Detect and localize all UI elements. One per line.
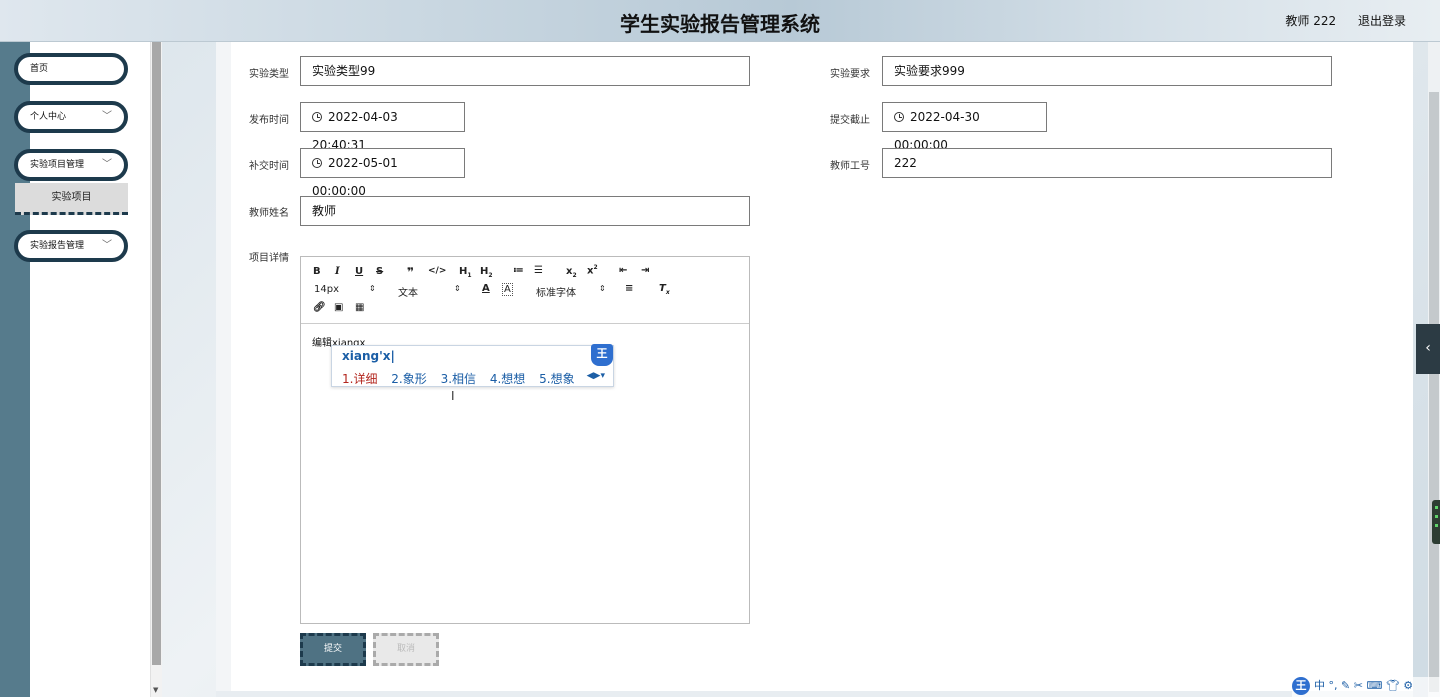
chevron-down-icon: ﹀ — [102, 111, 112, 122]
align-icon[interactable]: ≡ — [625, 283, 633, 294]
settings-gear-icon[interactable]: ⚙ — [1403, 679, 1413, 692]
ime-candidate-window: xiang'x| 王 1.详细 2.象形 3.相信 4.想想 5.想象 ◀▶▾ — [331, 344, 614, 387]
indent-icon[interactable]: ⇥ — [641, 265, 649, 276]
header-bar: 学生实验报告管理系统 教师 222 退出登录 — [0, 0, 1440, 42]
ime-candidate[interactable]: 3.相信 — [441, 372, 476, 386]
app-title: 学生实验报告管理系统 — [620, 12, 820, 36]
publish-time-label: 发布时间 — [249, 115, 289, 126]
underline-icon[interactable]: U — [355, 266, 363, 277]
sidebar-item-home[interactable]: 首页 — [14, 53, 128, 85]
experiment-type-field[interactable]: 实验类型99 — [300, 56, 750, 86]
clock-icon — [894, 112, 904, 122]
sidebar-subitem-project[interactable]: 实验项目 — [15, 183, 128, 215]
sidebar — [30, 42, 150, 697]
collapse-panel-button[interactable]: ‹ — [1416, 324, 1440, 374]
ime-logo-icon: 王 — [1292, 677, 1310, 695]
text-type-dropdown-icon[interactable]: ⇕ — [454, 284, 461, 293]
rich-text-editor[interactable]: B I U S ❞ </> H1 H2 ≔ ☰ x2 x2 ⇤ ⇥ 14px ⇕… — [300, 256, 750, 624]
handwriting-icon[interactable]: ✎ — [1341, 679, 1350, 692]
ime-composition-text: xiang'x — [342, 349, 391, 363]
sidebar-item-project-management[interactable]: 实验项目管理 ﹀ — [14, 149, 128, 181]
scissors-icon[interactable]: ✂ — [1354, 679, 1363, 692]
ime-logo-icon: 王 — [591, 344, 613, 366]
sidebar-item-label: 个人中心 — [30, 112, 67, 122]
teacher-id-field[interactable]: 222 — [882, 148, 1332, 178]
sidebar-item-report-management[interactable]: 实验报告管理 ﹀ — [14, 230, 128, 262]
heading2-icon[interactable]: H2 — [480, 266, 493, 279]
font-family-dropdown-icon[interactable]: ⇕ — [599, 284, 606, 293]
editor-toolbar: B I U S ❞ </> H1 H2 ≔ ☰ x2 x2 ⇤ ⇥ 14px ⇕… — [301, 257, 749, 324]
sidebar-scroll-thumb[interactable] — [152, 42, 161, 665]
ime-mode[interactable]: 中 — [1314, 679, 1325, 692]
submit-deadline-field[interactable]: 2022-04-30 00:00:00 — [882, 102, 1047, 152]
ime-candidate[interactable]: 1.详细 — [342, 372, 377, 386]
teacher-id-label: 教师工号 — [830, 161, 870, 172]
font-size-select[interactable]: 14px — [314, 284, 339, 295]
chevron-down-icon: ﹀ — [102, 240, 112, 251]
code-icon[interactable]: </> — [428, 266, 446, 276]
sidebar-item-personal-center[interactable]: 个人中心 ﹀ — [14, 101, 128, 133]
bold-icon[interactable]: B — [313, 266, 321, 277]
sidebar-accent — [0, 42, 30, 697]
ime-status-bar[interactable]: 王中 °, ✎ ✂ ⌨ 👕︎ ⚙ — [1292, 677, 1440, 697]
font-size-dropdown-icon[interactable]: ⇕ — [369, 284, 376, 293]
logout-link[interactable]: 退出登录 — [1358, 14, 1406, 28]
italic-icon[interactable]: I — [335, 266, 340, 277]
ime-candidate[interactable]: 4.想想 — [490, 372, 525, 386]
image-icon[interactable]: ▣ — [334, 302, 343, 313]
side-widget[interactable] — [1432, 500, 1440, 544]
page-scroll-thumb[interactable] — [1429, 92, 1439, 692]
text-type-select[interactable]: 文本 — [398, 284, 418, 299]
blockquote-icon[interactable]: ❞ — [407, 265, 414, 279]
editor-content-text: 编辑 — [312, 338, 332, 349]
main-gutter — [216, 42, 231, 697]
sidebar-item-label: 首页 — [30, 64, 49, 74]
keyboard-icon[interactable]: ⌨ — [1366, 679, 1382, 692]
main-bottom-edge — [216, 691, 1413, 697]
font-color-icon[interactable]: A — [482, 283, 490, 294]
ime-page-arrows-icon[interactable]: ◀▶▾ — [587, 371, 605, 381]
teacher-name-label: 教师姓名 — [249, 208, 289, 219]
teacher-name-field[interactable]: 教师 — [300, 196, 750, 226]
project-detail-label: 项目详情 — [249, 253, 289, 264]
makeup-time-label: 补交时间 — [249, 161, 289, 172]
heading1-icon[interactable]: H1 — [459, 266, 472, 279]
ime-composition: xiang'x| — [342, 349, 395, 363]
chevron-down-icon: ﹀ — [102, 159, 112, 170]
superscript-icon[interactable]: x2 — [587, 264, 598, 276]
ime-candidates: 1.详细 2.象形 3.相信 4.想想 5.想象 — [342, 370, 585, 387]
sidebar-item-label: 实验报告管理 — [30, 241, 85, 251]
sidebar-item-label: 实验项目管理 — [30, 160, 85, 170]
link-icon[interactable]: 🔗︎ — [313, 302, 326, 313]
ordered-list-icon[interactable]: ≔ — [513, 265, 524, 276]
submit-button[interactable]: 提交 — [300, 633, 366, 666]
ime-candidate[interactable]: 2.象形 — [391, 372, 426, 386]
strikethrough-icon[interactable]: S — [376, 266, 383, 277]
experiment-requirement-label: 实验要求 — [830, 69, 870, 80]
font-family-select[interactable]: 标准字体 — [536, 284, 576, 299]
user-area: 教师 222 退出登录 — [1267, 12, 1406, 29]
clock-icon — [312, 112, 322, 122]
subscript-icon[interactable]: x2 — [566, 266, 577, 279]
video-icon[interactable]: ▦ — [355, 302, 364, 313]
text-cursor-icon: I — [451, 389, 455, 403]
submit-deadline-label: 提交截止 — [830, 115, 870, 126]
clear-format-icon[interactable]: Tx — [659, 283, 670, 296]
skin-icon[interactable]: 👕︎ — [1386, 679, 1400, 692]
punctuation-icon[interactable]: °, — [1329, 679, 1338, 692]
ime-candidate[interactable]: 5.想象 — [539, 372, 574, 386]
bullet-list-icon[interactable]: ☰ — [534, 265, 543, 276]
experiment-requirement-field[interactable]: 实验要求999 — [882, 56, 1332, 86]
cancel-button[interactable]: 取消 — [373, 633, 439, 666]
user-label: 教师 222 — [1285, 14, 1337, 28]
outdent-icon[interactable]: ⇤ — [619, 265, 627, 276]
publish-time-field[interactable]: 2022-04-03 20:40:31 — [300, 102, 465, 152]
scroll-down-arrow-icon[interactable]: ▼ — [153, 686, 158, 694]
clock-icon — [312, 158, 322, 168]
background-color-icon[interactable]: A — [502, 283, 513, 296]
sidebar-scrollbar[interactable]: ▼ — [150, 42, 162, 697]
makeup-time-field[interactable]: 2022-05-01 00:00:00 — [300, 148, 465, 198]
experiment-type-label: 实验类型 — [249, 69, 289, 80]
